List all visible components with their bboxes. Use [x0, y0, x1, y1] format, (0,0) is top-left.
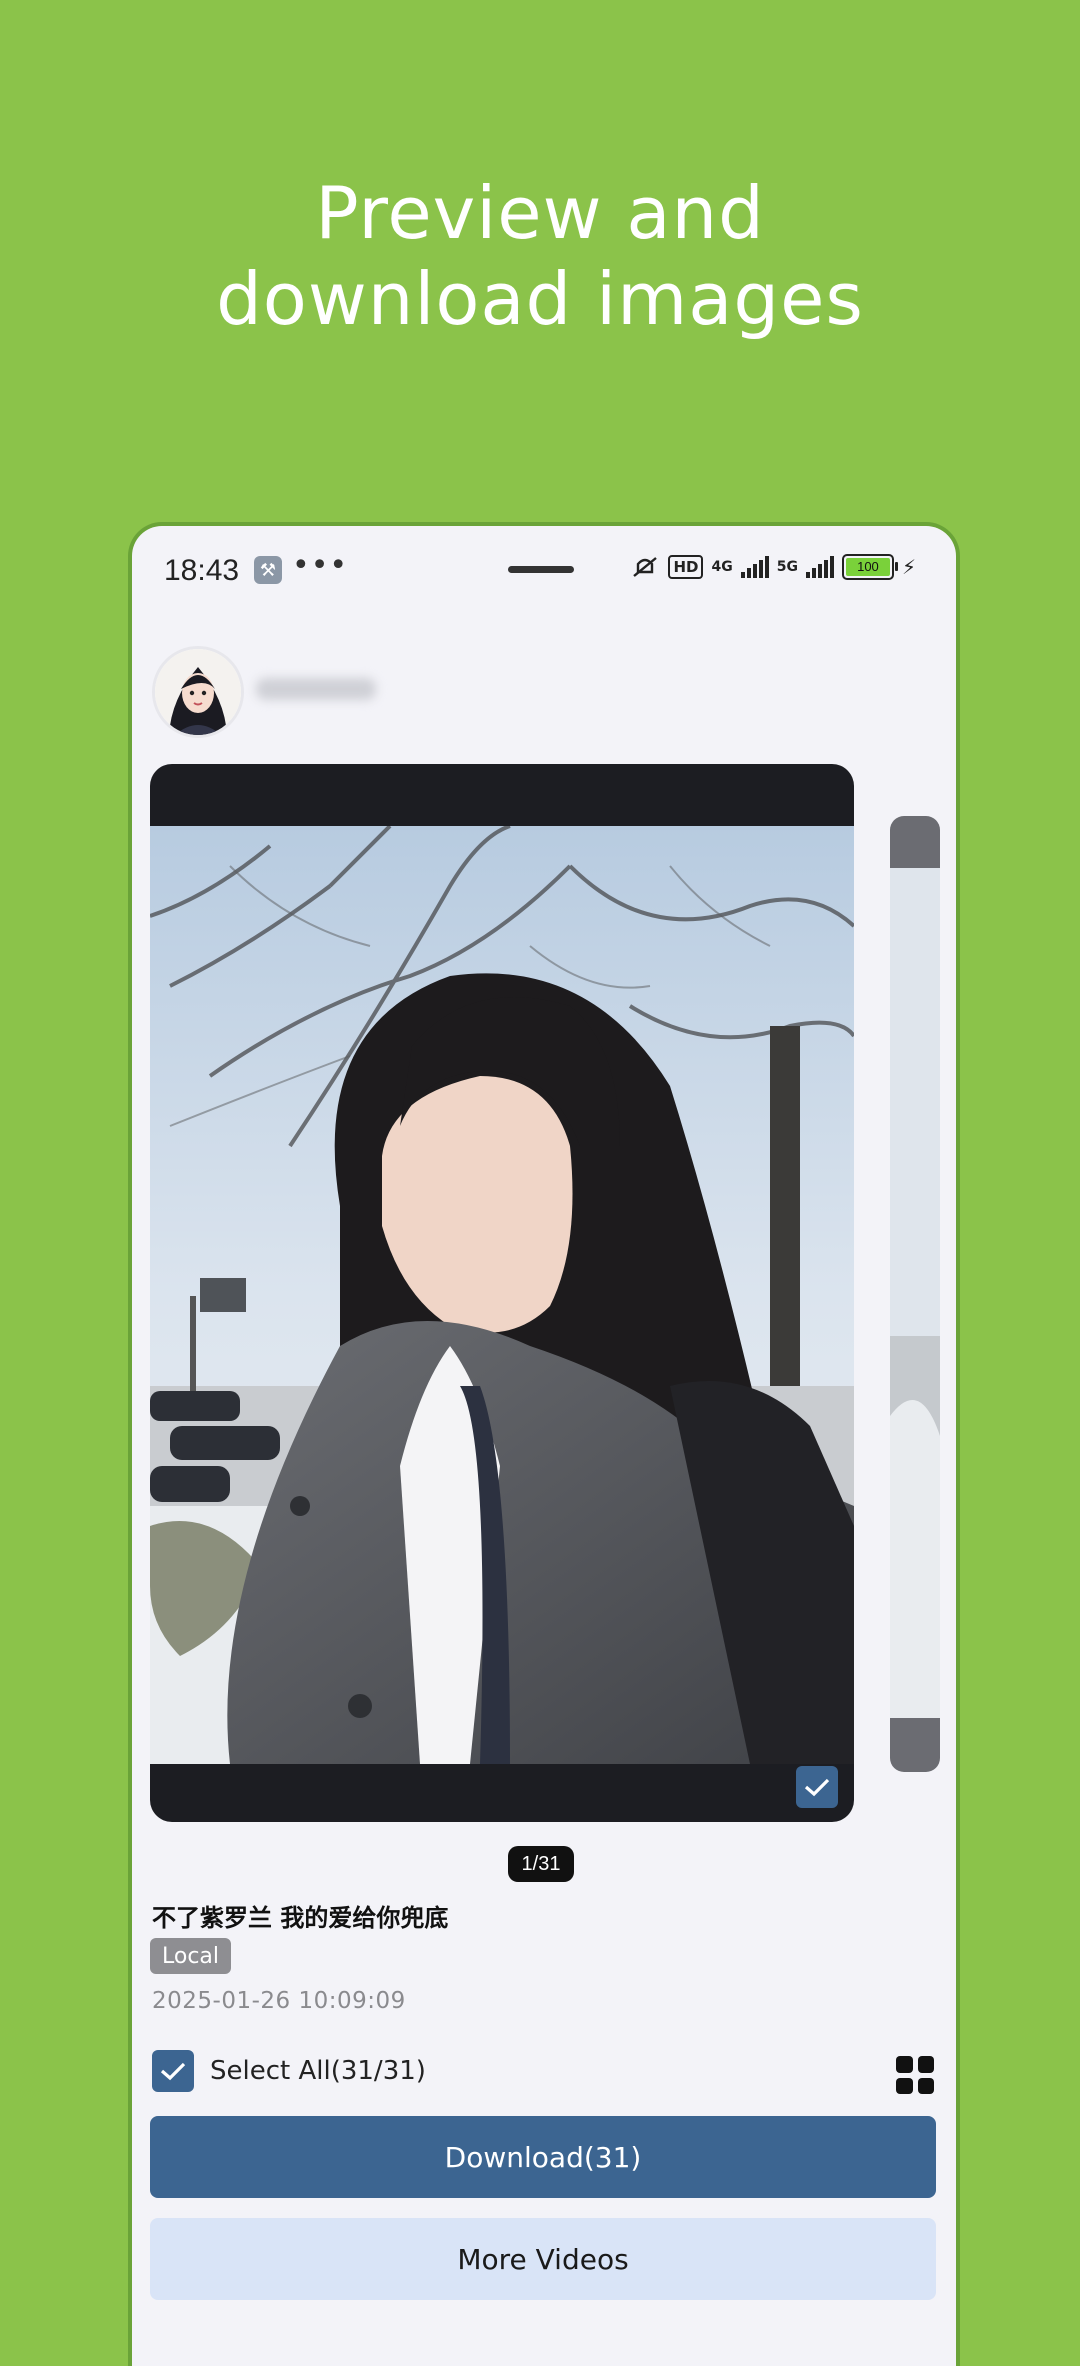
image-selected-checkbox[interactable]: [796, 1766, 838, 1808]
image-preview-card[interactable]: [150, 764, 854, 1822]
grid-view-icon[interactable]: [896, 2056, 934, 2094]
signal-icon: [740, 556, 769, 578]
checkbox-icon: [160, 2062, 186, 2081]
hd-icon: HD: [668, 555, 704, 579]
promo-headline: Preview and download images: [0, 170, 1080, 342]
status-time: 18:43: [164, 554, 240, 587]
select-all-row[interactable]: Select All(31/31): [152, 2050, 426, 2092]
check-icon: [804, 1778, 830, 1797]
camera-pill: [508, 566, 574, 573]
network-4g: 4G: [711, 559, 733, 575]
post-title: 不了紫罗兰 我的爱给你兜底: [152, 1904, 449, 1932]
status-icons: HD 4G 5G 100 ⚡: [630, 554, 916, 580]
phone-screen: 18:43 ⚒ ••• HD 4G 5G 100 ⚡ ███: [128, 522, 960, 2366]
wrench-icon: ⚒: [254, 556, 282, 584]
select-all-label: Select All(31/31): [210, 2056, 426, 2086]
signal-icon-2: [805, 556, 834, 578]
username: ██████: [256, 678, 376, 700]
status-bar: 18:43 ⚒ ••• HD 4G 5G 100 ⚡: [132, 526, 956, 616]
battery-icon: 100: [841, 554, 898, 580]
next-image-peek[interactable]: [890, 816, 940, 1772]
post-timestamp: 2025-01-26 10:09:09: [152, 1988, 406, 2014]
headline-line-1: Preview and: [315, 171, 765, 255]
mute-icon: [633, 557, 658, 577]
download-button[interactable]: Download(31): [150, 2116, 936, 2198]
charging-icon: ⚡: [901, 555, 916, 579]
more-dots: •••: [292, 548, 349, 583]
source-tag: Local: [150, 1938, 232, 1974]
headline-line-2: download images: [216, 257, 864, 341]
network-5g: 5G: [776, 559, 798, 575]
page-counter: 1/31: [508, 1846, 574, 1882]
avatar[interactable]: [152, 646, 244, 738]
preview-photo: [150, 826, 854, 1764]
select-all-checkbox[interactable]: [152, 2050, 194, 2092]
more-videos-button[interactable]: More Videos: [150, 2218, 936, 2300]
